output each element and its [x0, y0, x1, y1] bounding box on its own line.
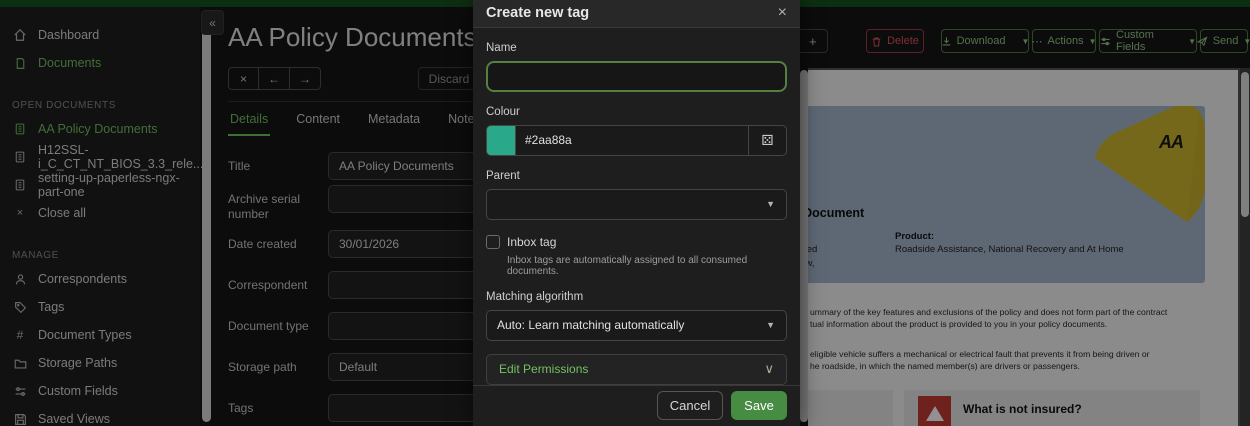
matching-algorithm-value: Auto: Learn matching automatically [497, 318, 684, 332]
colour-swatch [486, 125, 515, 156]
modal-footer: Cancel Save [473, 385, 800, 426]
name-label: Name [486, 42, 787, 54]
inbox-tag-checkbox[interactable] [486, 235, 500, 249]
parent-label: Parent [486, 170, 787, 182]
modal-header: Create new tag × [473, 0, 800, 28]
inbox-tag-hint: Inbox tags are automatically assigned to… [507, 255, 787, 277]
inbox-tag-row: Inbox tag [486, 235, 787, 249]
inbox-tag-label: Inbox tag [507, 235, 556, 249]
edit-permissions-accordion[interactable]: Edit Permissions ∨ [486, 354, 787, 385]
matching-algorithm-label: Matching algorithm [486, 291, 787, 303]
colour-input-group: #2aa88a ⚄ [486, 125, 787, 156]
edit-permissions-label: Edit Permissions [499, 362, 588, 376]
modal-title: Create new tag [486, 5, 589, 21]
colour-label: Colour [486, 106, 787, 118]
colour-hex-input[interactable]: #2aa88a [515, 125, 749, 156]
app-window: Dashboard Documents OPEN DOCUMENTS AA Po… [0, 0, 1250, 426]
modal-close-icon[interactable]: × [778, 5, 787, 21]
cancel-button[interactable]: Cancel [657, 391, 723, 420]
chevron-down-icon: ∨ [764, 361, 774, 377]
dice-icon: ⚄ [761, 132, 773, 149]
tag-name-input[interactable] [486, 61, 787, 92]
save-button[interactable]: Save [731, 391, 787, 420]
chevron-down-icon: ▼ [766, 199, 775, 209]
create-tag-modal: Create new tag × Name Colour #2aa88a ⚄ P… [473, 0, 800, 426]
chevron-down-icon: ▼ [766, 320, 775, 330]
parent-select[interactable]: ▼ [486, 189, 787, 220]
matching-algorithm-select[interactable]: Auto: Learn matching automatically ▼ [486, 310, 787, 341]
random-colour-button[interactable]: ⚄ [749, 125, 787, 156]
modal-body: Name Colour #2aa88a ⚄ Parent ▼ Inbox tag… [473, 28, 800, 385]
